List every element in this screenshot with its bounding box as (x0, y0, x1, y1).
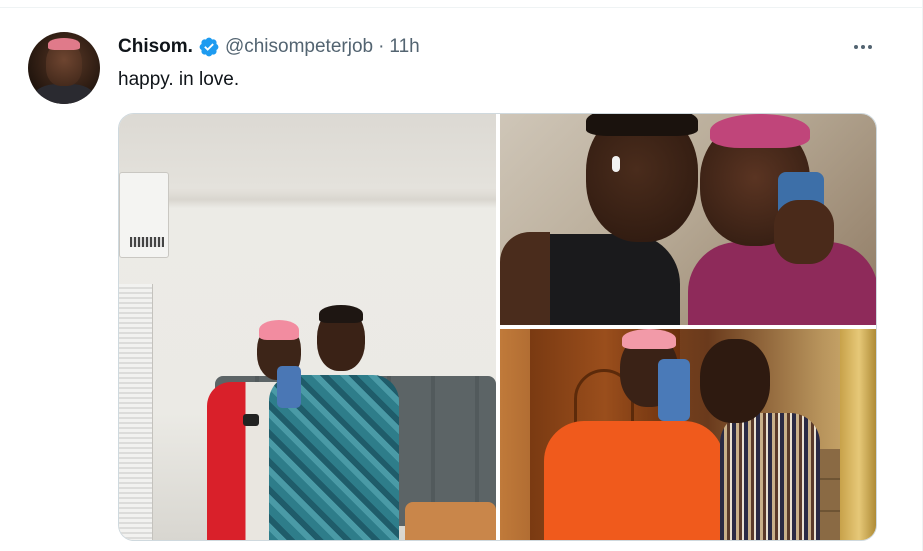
avatar-shirt (34, 84, 94, 104)
photo-phone (277, 366, 301, 408)
tweet-text: happy. in love. (118, 69, 240, 90)
separator-dot: · (378, 36, 385, 57)
photo-mirror-frame (840, 329, 876, 540)
person-hand (774, 200, 834, 264)
photo-watch (243, 414, 259, 426)
photo-closeup-kiss[interactable] (500, 114, 876, 325)
person-hair (319, 305, 363, 323)
more-dot (861, 45, 865, 49)
person-hair (622, 329, 676, 349)
display-name[interactable]: Chisom. (118, 36, 193, 58)
photo-phone (658, 359, 690, 421)
person-shoulder (500, 232, 550, 325)
more-dot (868, 45, 872, 49)
more-horizontal-icon[interactable] (848, 39, 878, 55)
avatar[interactable] (28, 32, 100, 104)
photo-ceiling (119, 114, 496, 189)
photo-mirror-selfie-door[interactable] (500, 329, 876, 540)
verified-badge-icon[interactable] (198, 36, 220, 58)
person-hair (586, 114, 698, 136)
handle[interactable]: @chisompeterjob (225, 36, 373, 58)
timestamp[interactable]: 11h (389, 36, 419, 58)
avatar-hair (48, 38, 80, 50)
photo-pillow (405, 502, 496, 540)
person-body (544, 421, 724, 540)
photo-person (269, 305, 399, 540)
tweet[interactable]: Chisom. @chisompeterjob · 11h happy. in … (0, 9, 922, 551)
timeline-divider (0, 0, 923, 8)
more-dot (854, 45, 858, 49)
photo-earbud (612, 156, 620, 172)
photo-mirror-selfie-bedroom[interactable] (119, 114, 496, 540)
photo-air-conditioner (119, 172, 169, 258)
tweet-header: Chisom. @chisompeterjob · 11h (118, 35, 420, 59)
person-body (720, 413, 820, 540)
photo-blinds (119, 284, 153, 540)
person-head (700, 339, 770, 423)
media-grid (118, 113, 877, 541)
person-hair (710, 114, 810, 148)
